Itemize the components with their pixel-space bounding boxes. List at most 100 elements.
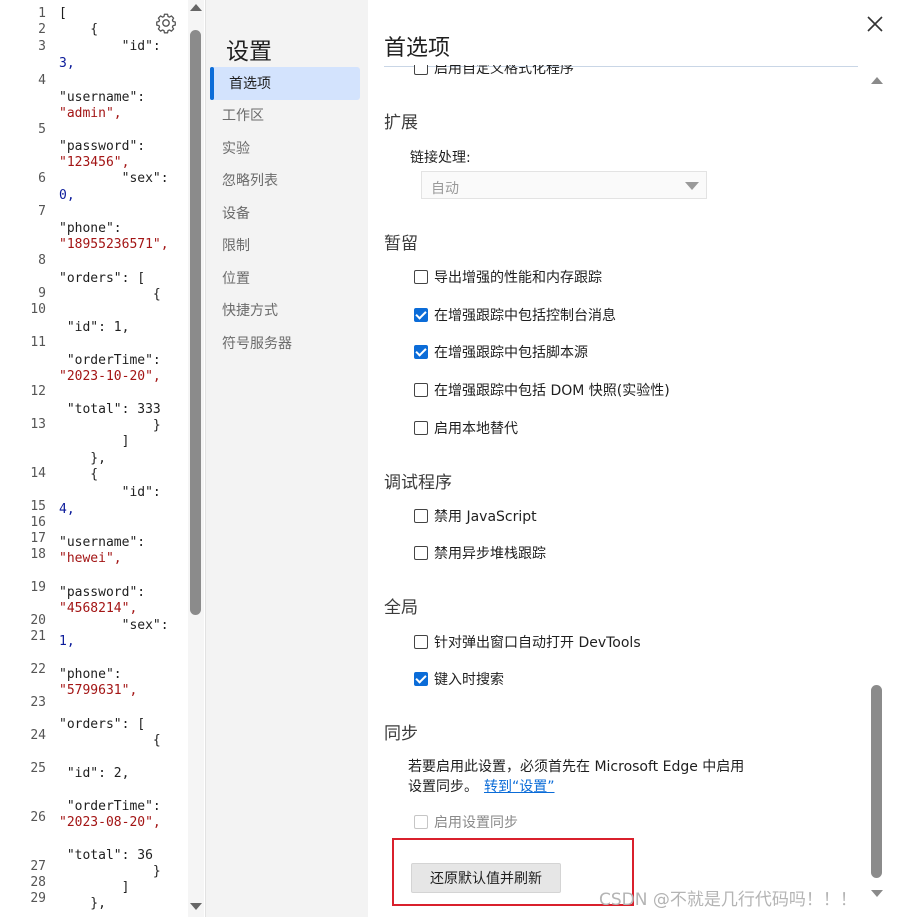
sidebar-item-devices[interactable]: 设备 [222,204,250,224]
debugger-option[interactable]: 禁用异步堆栈跟踪 [414,543,546,563]
global-option[interactable]: 针对弹出窗口自动打开 DevTools [414,632,641,652]
code-line: ] [59,880,130,895]
code-line: "orders": [ [59,271,146,286]
checkbox[interactable] [414,635,428,649]
sidebar-item-locations[interactable]: 位置 [222,269,250,289]
scroll-down-arrow-icon[interactable] [190,903,202,910]
line-number: 24 [30,728,46,743]
line-number: 18 [30,547,46,562]
persistence-option[interactable]: 在增强跟踪中包括脚本源 [414,342,588,362]
code-line: "5799631", [59,683,138,698]
checkbox[interactable] [414,509,428,523]
line-number: 20 [30,613,46,628]
sync-description-text: 若要启用此设置，必须首先在 Microsoft Edge 中启用设置同步。 [408,759,745,795]
go-to-settings-link[interactable]: 转到“设置” [484,779,555,795]
code-line: "18955236571", [59,237,169,252]
checkbox[interactable] [414,270,428,284]
checkbox[interactable] [414,65,428,75]
code-line: 0, [59,188,75,203]
checkbox[interactable] [414,383,428,397]
code-line: "total": 333 [59,402,161,417]
code-line: { [59,287,161,302]
sidebar-item-throttling[interactable]: 限制 [222,236,250,256]
line-number: 13 [30,417,46,432]
line-number: 12 [30,384,46,399]
code-line: "2023-08-20", [59,815,161,830]
line-number: 19 [30,580,46,595]
settings-sidebar: 设置 首选项 工作区 实验 忽略列表 设备 限制 位置 快捷方式 符号服务器 [205,0,369,917]
code-line: "orderTime": [59,799,161,814]
line-number-gutter: 1 2 3 4 5 6 7 8 9 10 11 12 13 14 15 16 17 18 19 20 21 22 23 24 2… [0,0,52,917]
code-line: "admin", [59,106,122,121]
scroll-down-arrow-icon[interactable] [871,890,883,897]
code-line: 3, [59,56,75,71]
checkbox-label: 针对弹出窗口自动打开 DevTools [434,635,641,651]
persistence-option[interactable]: 在增强跟踪中包括控制台消息 [414,305,616,325]
global-option[interactable]: 键入时搜索 [414,669,504,689]
code-line: "sex": [59,171,169,186]
code-content[interactable]: [ { "id": 3, "username": "admin", "password"… [59,0,187,917]
code-scrollbar-thumb[interactable] [190,30,201,615]
debugger-option[interactable]: 禁用 JavaScript [414,506,537,526]
code-line: { [59,733,161,748]
code-line: "total": 36 [59,848,153,863]
checkbox-label: 导出增强的性能和内存跟踪 [434,270,602,286]
section-persistence: 暂留 [384,234,418,254]
code-line: "id": [59,39,161,54]
checkbox-checked[interactable] [414,345,428,359]
line-number: 26 [30,810,46,825]
section-sync: 同步 [384,724,418,744]
close-icon[interactable] [865,14,885,34]
code-line: "4568214", [59,601,138,616]
line-number: 3 [38,39,46,54]
code-line: } [59,418,161,433]
line-number: 27 [30,859,46,874]
sidebar-item-ignore-list[interactable]: 忽略列表 [222,171,278,191]
code-line: "orders": [ [59,717,146,732]
code-line: { [59,22,99,37]
watermark: CSDN @不就是几行代码吗！！！ [599,890,857,910]
code-line: 1, [59,634,75,649]
persistence-option[interactable]: 在增强跟踪中包括 DOM 快照(实验性) [414,380,670,400]
scroll-up-arrow-icon[interactable] [190,4,202,11]
gear-icon[interactable] [155,12,177,34]
checkbox-label: 在增强跟踪中包括脚本源 [434,345,588,361]
checkbox-checked[interactable] [414,308,428,322]
code-line: "password": [59,139,146,154]
code-line: "orderTime": [59,353,161,368]
code-editor[interactable]: 1 2 3 4 5 6 7 8 9 10 11 12 13 14 15 16 17 18 19 20 21 22 23 24 2… [0,0,205,917]
code-line: "sex": [59,618,169,633]
persistence-option[interactable]: 启用本地替代 [414,418,518,438]
checkbox-label: 键入时搜索 [434,672,504,688]
checkbox-label: 启用自定义格式化程序 [434,61,574,77]
sidebar-item-preferences[interactable]: 首选项 [229,74,271,94]
checkbox-checked[interactable] [414,672,428,686]
sidebar-item-experiments[interactable]: 实验 [222,139,250,159]
code-line: 4, [59,502,75,517]
section-debugger: 调试程序 [384,473,452,493]
code-line: "123456", [59,155,130,170]
highlight-box [392,838,634,906]
line-number: 1 [38,6,46,21]
checkbox[interactable] [414,546,428,560]
scroll-up-arrow-icon[interactable] [871,77,883,84]
preferences-scrollbar-thumb[interactable] [871,685,882,878]
line-number: 23 [30,695,46,710]
persistence-option[interactable]: 导出增强的性能和内存跟踪 [414,267,602,287]
checkbox-label: 禁用异步堆栈跟踪 [434,546,546,562]
code-line: "2023-10-20", [59,369,161,384]
code-line: { [59,467,99,482]
line-number: 6 [38,171,46,186]
sidebar-item-workspace[interactable]: 工作区 [222,106,264,126]
sidebar-item-shortcuts[interactable]: 快捷方式 [222,301,278,321]
code-line: ] [59,434,130,449]
line-number: 29 [30,891,46,906]
code-line: "id": 2, [59,766,130,781]
line-number: 11 [30,335,46,350]
section-global: 全局 [384,598,418,618]
nav-active-indicator [210,67,214,100]
checkbox[interactable] [414,421,428,435]
link-handling-select[interactable]: 自动 [421,171,707,199]
sidebar-item-symbol-server[interactable]: 符号服务器 [222,334,292,354]
code-line: }, [59,451,106,466]
